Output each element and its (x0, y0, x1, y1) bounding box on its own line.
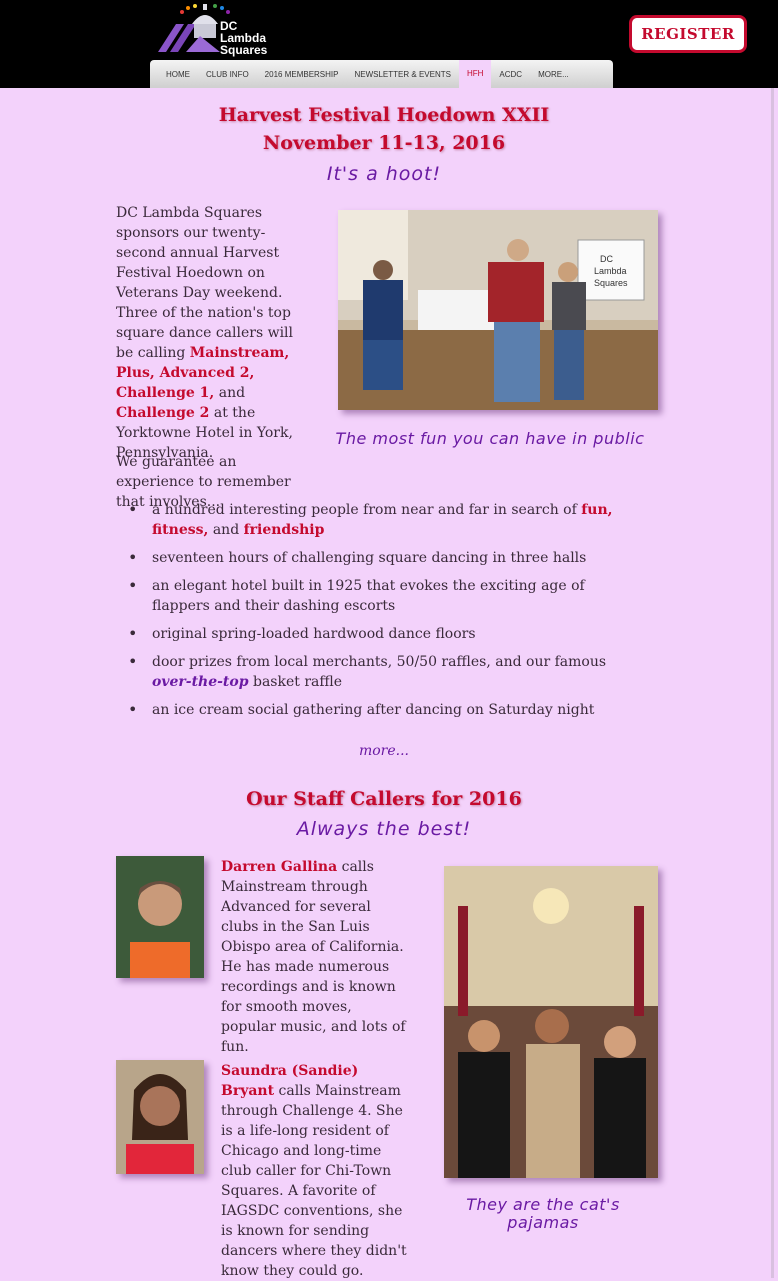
logo-text: DC Lambda Squares (220, 19, 268, 57)
nav-item-membership[interactable]: 2016 MEMBERSHIP (257, 70, 347, 79)
caller1-name: Darren Gallina (221, 859, 338, 875)
staff-title: Our Staff Callers for 2016 (246, 788, 522, 810)
list-item: an elegant hotel built in 1925 that evok… (128, 576, 638, 616)
photo-caption: The most fun you can have in public (335, 429, 645, 448)
register-button[interactable]: REGISTER (629, 15, 747, 53)
group-caption: They are the cat's pajamas (466, 1195, 620, 1232)
caller2-photo (116, 1060, 204, 1174)
features-list: a hundred interesting people from near a… (128, 500, 638, 728)
festival-intro: DC Lambda Squares sponsors our twenty-se… (116, 205, 294, 461)
group-photo-icon (444, 866, 658, 1178)
more-link[interactable]: more... (0, 743, 768, 759)
festival-dates: November 11-13, 2016 (262, 132, 506, 154)
page-border (771, 88, 774, 1278)
staff-tagline: Always the best! (296, 818, 472, 840)
svg-text:DC: DC (600, 254, 613, 264)
svg-text:Lambda: Lambda (594, 266, 627, 276)
list-item: an ice cream social gathering after danc… (128, 700, 638, 720)
dancing-photo: DC Lambda Squares (338, 210, 658, 410)
caller1-photo (116, 856, 204, 978)
nav-item-more[interactable]: MORE... (530, 70, 577, 79)
caller2-bio: Saundra (Sandie) Bryant calls Mainstream… (221, 1063, 407, 1279)
callers-group-photo (444, 866, 658, 1178)
list-item: seventeen hours of challenging square da… (128, 548, 638, 568)
caller2-portrait-icon (116, 1060, 204, 1174)
main-nav: HOME CLUB INFO 2016 MEMBERSHIP NEWSLETTE… (150, 60, 613, 88)
dancers-photo-icon: DC Lambda Squares (338, 210, 658, 410)
nav-item-hfh[interactable]: HFH (458, 60, 492, 88)
nav-item-club-info[interactable]: CLUB INFO (198, 70, 257, 79)
nav-item-home[interactable]: HOME (158, 70, 198, 79)
list-item: original spring-loaded hardwood dance fl… (128, 624, 638, 644)
list-item: a hundred interesting people from near a… (128, 500, 638, 540)
nav-item-newsletter[interactable]: NEWSLETTER & EVENTS (346, 70, 458, 79)
festival-tagline: It's a hoot! (326, 163, 442, 185)
list-item: door prizes from local merchants, 50/50 … (128, 652, 638, 692)
caller1-portrait-icon (116, 856, 204, 978)
svg-text:Squares: Squares (594, 278, 628, 288)
nav-item-acdc[interactable]: ACDC (491, 70, 530, 79)
level-challenge2: Challenge 2 (116, 405, 210, 421)
festival-title: Harvest Festival Hoedown XXII (218, 104, 550, 126)
caller1-bio: Darren Gallina calls Mainstream through … (221, 859, 406, 1055)
